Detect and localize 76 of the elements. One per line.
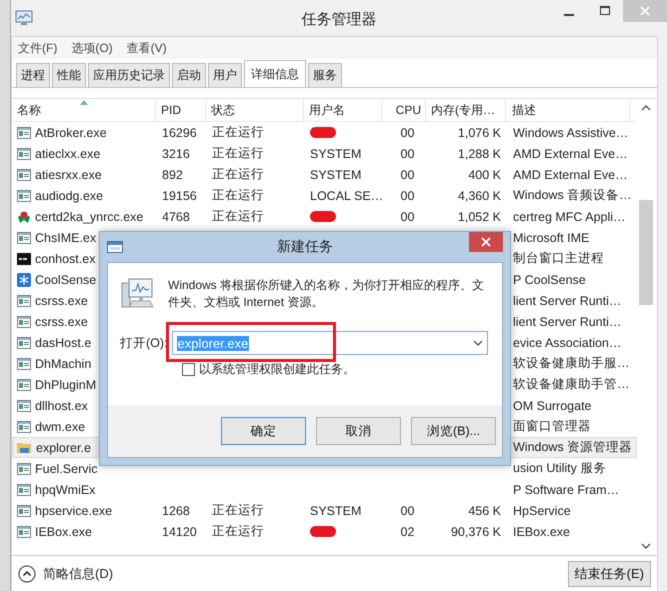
status-text: 正在运行 <box>212 523 264 540</box>
process-name: certd2ka_ynrcc.exe <box>35 210 144 224</box>
process-name: AtBroker.exe <box>35 126 107 140</box>
description-text: AMD External Eve… <box>513 168 628 182</box>
memory-text: 400 K <box>468 168 501 182</box>
memory-text: 1,076 K <box>458 126 501 140</box>
pid-text: 16296 <box>162 126 197 140</box>
dialog-message: Windows 将根据你所键入的名称，为你打开相应的程序、文件夹、文档或 Internet 资源。 <box>168 277 486 311</box>
username-text: LOCAL SE… <box>310 188 384 202</box>
description-text: Windows 音频设备… <box>513 187 632 204</box>
process-name: hpqWmiEx <box>35 482 96 496</box>
description-text: 软设备健康助手服… <box>513 355 630 372</box>
process-name: csrss.exe <box>35 314 88 328</box>
memory-text: 456 K <box>468 504 501 518</box>
description-text: lient Server Runti… <box>513 314 622 328</box>
description-text: 软设备健康助手管… <box>513 376 630 393</box>
description-text: Windows Assistive… <box>513 126 628 140</box>
process-name: IEBox.exe <box>35 524 92 538</box>
description-text: P CoolSense <box>513 272 586 286</box>
description-text: HpService <box>513 504 571 518</box>
memory-text: 4,360 K <box>458 188 501 202</box>
pid-text: 14120 <box>162 524 197 538</box>
description-text: IEBox.exe <box>513 524 570 538</box>
window-title: 任务管理器 <box>302 10 376 29</box>
description-text: certreg MFC Appli… <box>513 210 626 224</box>
cpu-text: 00 <box>400 210 414 224</box>
status-text: 正在运行 <box>212 187 264 204</box>
memory-text: 1,052 K <box>458 210 501 224</box>
description-text: Windows 资源管理器 <box>513 439 632 456</box>
dialog-title: 新建任务 <box>277 238 333 256</box>
cpu-text: 00 <box>400 126 414 140</box>
process-name: Fuel.Servic <box>35 462 98 476</box>
username-text: SYSTEM <box>310 168 362 182</box>
process-name: explorer.e <box>36 440 91 454</box>
username-text: SYSTEM <box>310 146 362 160</box>
status-text: 正在运行 <box>212 502 264 519</box>
process-name: audiodg.exe <box>35 188 104 202</box>
process-name: dllhost.ex <box>35 398 88 412</box>
process-name: DhMachin <box>35 356 92 370</box>
open-label: 打开(O): <box>120 334 168 352</box>
pid-text: 4768 <box>162 210 190 224</box>
description-text: 制台窗口主进程 <box>513 250 604 267</box>
process-name: dwm.exe <box>35 420 86 434</box>
description-text: Microsoft IME <box>513 230 590 244</box>
description-text: evice Association… <box>513 336 622 350</box>
cpu-text: 00 <box>400 188 414 202</box>
status-text: 正在运行 <box>212 208 264 225</box>
pid-text: 3216 <box>162 146 190 160</box>
process-name: hpservice.exe <box>35 504 112 518</box>
description-text: lient Server Runti… <box>513 294 622 308</box>
process-name: ChsIME.ex <box>35 230 96 244</box>
memory-text: 1,288 K <box>458 146 501 160</box>
pid-text: 892 <box>162 168 183 182</box>
process-name: CoolSense <box>35 272 96 286</box>
cpu-text: 00 <box>400 504 414 518</box>
status-text: 正在运行 <box>212 145 264 162</box>
description-text: AMD External Eve… <box>513 146 628 160</box>
description-text: OM Surrogate <box>513 398 592 412</box>
process-name: csrss.exe <box>35 294 88 308</box>
process-name: atiesrxx.exe <box>35 168 102 182</box>
memory-text: 90,376 K <box>450 524 501 538</box>
cpu-text: 00 <box>400 168 414 182</box>
process-name: atieclxx.exe <box>35 146 100 160</box>
description-text: 面窗口管理器 <box>513 418 591 435</box>
pid-text: 19156 <box>162 188 197 202</box>
username-text: SYSTEM <box>310 504 362 518</box>
process-name: conhost.ex <box>35 252 96 266</box>
process-name: dasHost.e <box>35 336 92 350</box>
cpu-text: 02 <box>400 524 414 538</box>
cpu-text: 00 <box>400 146 414 160</box>
process-name: DhPluginM <box>35 378 96 392</box>
status-text: 正在运行 <box>212 166 264 183</box>
status-text: 正在运行 <box>212 124 264 141</box>
description-text: P Software Fram… <box>513 482 620 496</box>
pid-text: 1268 <box>162 504 190 518</box>
description-text: usion Utility 服务 <box>513 460 606 477</box>
